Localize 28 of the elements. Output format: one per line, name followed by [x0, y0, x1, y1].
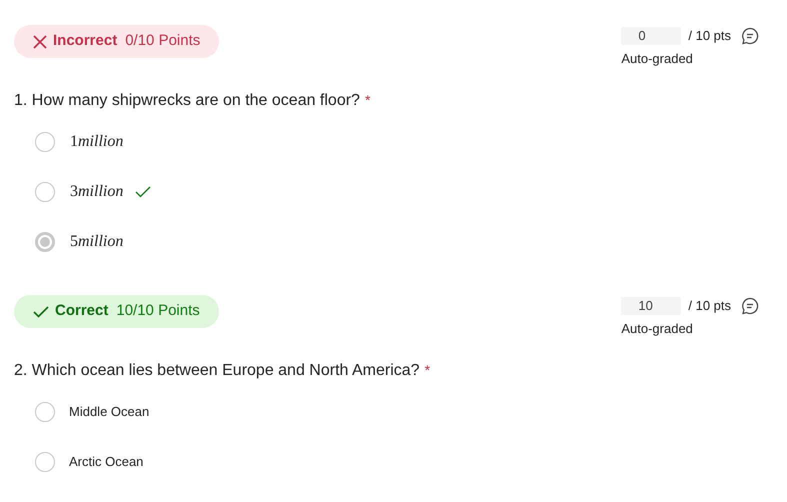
max-points: / 10 pts — [688, 297, 731, 315]
option-label: Middle Ocean — [69, 403, 150, 422]
option-label: 5million — [70, 232, 124, 252]
points-text: 0/10 Points — [125, 31, 200, 52]
radio-button[interactable] — [35, 232, 55, 252]
grading-note: Auto-graded — [621, 320, 694, 338]
radio-button[interactable] — [35, 402, 55, 422]
comment-icon[interactable] — [741, 296, 759, 315]
max-points: / 10 pts — [688, 27, 731, 45]
question-text: 2. Which ocean lies between Europe and North America? — [14, 361, 420, 381]
radio-button[interactable] — [35, 452, 55, 472]
points-text: 10/10 Points — [116, 301, 200, 322]
radio-button[interactable] — [35, 132, 55, 152]
required-mark: * — [424, 361, 430, 380]
score-field[interactable]: 10 — [621, 296, 682, 315]
result-label: Correct — [55, 301, 108, 322]
comment-icon[interactable] — [741, 26, 759, 45]
result-label: Incorrect — [53, 31, 118, 52]
radio-button[interactable] — [35, 182, 55, 202]
required-mark: * — [364, 91, 370, 110]
option-label: 3million — [70, 182, 124, 202]
option-label: Arctic Ocean — [69, 453, 144, 472]
score-field[interactable]: 0 — [621, 26, 682, 45]
check-icon — [33, 306, 49, 318]
cross-icon — [33, 34, 47, 48]
option-label: 1million — [70, 132, 124, 152]
grading-note: Auto-graded — [621, 50, 694, 68]
question-text: 1. How many shipwrecks are on the ocean floor? — [14, 91, 360, 111]
